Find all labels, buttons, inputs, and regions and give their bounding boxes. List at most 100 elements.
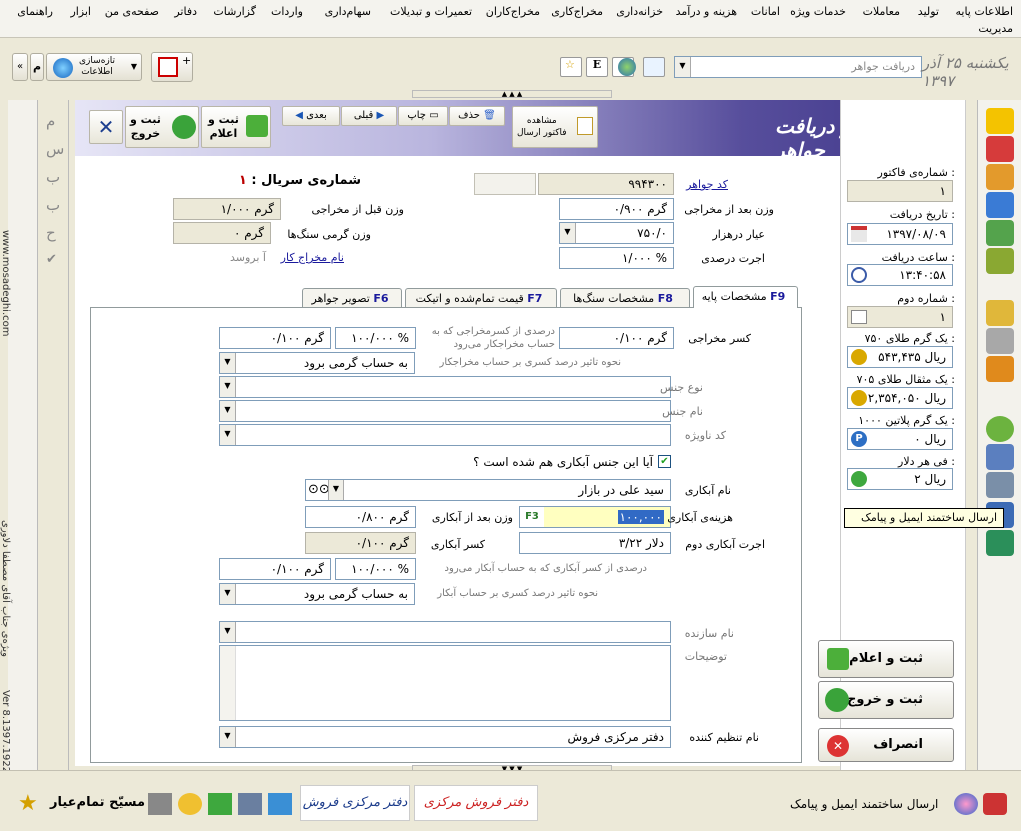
office-central-badge[interactable]: دفتر مرکزی فروش <box>300 785 410 821</box>
menu-repairs[interactable]: تعمیرات و تبدیلات <box>390 5 472 18</box>
chevron-down-icon[interactable]: ▼ <box>220 353 236 373</box>
loss-pct-field[interactable]: ۱۰۰/۰۰۰ % <box>335 327 416 349</box>
type-select[interactable]: ▼ <box>219 376 671 398</box>
weight-after-field[interactable]: ۰/۹۰۰ گرم <box>559 198 674 220</box>
next-button[interactable]: ◀ بعدی <box>282 106 340 126</box>
letter-b[interactable]: ب <box>46 168 60 186</box>
letter-b2[interactable]: ب <box>46 196 60 214</box>
menu-treasury[interactable]: خزانه‌داری <box>616 5 663 18</box>
code-field[interactable]: ۹۹۴۳۰۰ <box>538 173 674 195</box>
menu-mypage[interactable]: صفحه‌ی من <box>105 5 159 18</box>
cash-icon[interactable] <box>986 248 1014 274</box>
menu-tools[interactable]: ابزار <box>70 5 91 18</box>
menu-shares[interactable]: سهام‌داری <box>325 5 371 18</box>
chevron-down-icon[interactable]: ▼ <box>220 425 236 445</box>
chevron-down-icon[interactable]: ▼ <box>220 727 236 747</box>
loss-field[interactable]: ۰/۱۰۰ گرم <box>559 327 674 349</box>
scrollbar[interactable] <box>220 646 236 720</box>
letter-h[interactable]: ح <box>46 224 56 242</box>
menu-deposits[interactable]: امانات <box>751 5 780 18</box>
cancel-button[interactable]: ✕ انصراف <box>818 728 954 762</box>
right-splitter[interactable] <box>965 100 975 770</box>
star-icon[interactable]: ★ <box>18 791 38 816</box>
m-button[interactable]: م <box>30 53 44 81</box>
time-field[interactable]: ۱۳:۴۰:۵۸ <box>847 264 953 286</box>
chevron-down-icon[interactable]: ▼ <box>560 223 576 243</box>
chevron-down-icon[interactable]: ▼ <box>220 401 236 421</box>
plate-effect-select[interactable]: ▼ به حساب گرمی برود <box>219 583 415 605</box>
edit-icon[interactable] <box>208 793 232 815</box>
invoice-icon[interactable] <box>986 108 1014 134</box>
menu-reports[interactable]: گزارشات <box>213 5 256 18</box>
plate-pct-field[interactable]: ۱۰۰/۰۰۰ % <box>335 558 416 580</box>
angle-select[interactable]: ▼ <box>219 424 671 446</box>
print-button[interactable]: چاپ ▭ <box>398 106 448 126</box>
money-icon[interactable] <box>986 220 1014 246</box>
save-notify-header-button[interactable]: ثبت و اعلام <box>201 106 271 148</box>
box-icon[interactable] <box>986 192 1014 218</box>
menu-imports[interactable]: واردات <box>271 5 303 18</box>
font-e-icon[interactable]: E <box>586 57 608 77</box>
gold-bars-icon[interactable] <box>986 300 1014 326</box>
ring-icon[interactable] <box>986 356 1014 382</box>
letter-s[interactable]: س <box>46 140 64 158</box>
form-search-combo[interactable]: ▼ دریافت جواهر <box>674 56 922 78</box>
email-sms-icon[interactable] <box>983 793 1007 815</box>
second-wage-field[interactable]: ۳/۲۲ دلار <box>519 532 671 554</box>
sms-icon[interactable] <box>986 416 1014 442</box>
clock-icon[interactable] <box>178 793 202 815</box>
shop-icon[interactable] <box>986 164 1014 190</box>
star-icon[interactable]: ☆ <box>560 57 582 77</box>
date-field[interactable]: ۱۳۹۷/۰۸/۰۹ <box>847 223 953 245</box>
chevron-down-icon[interactable]: ▼ <box>675 57 691 77</box>
window-icon[interactable] <box>643 57 665 77</box>
tasks-button[interactable]: + <box>151 52 193 82</box>
delete-button[interactable]: حذف 🗑 <box>449 106 505 126</box>
save-exit-button[interactable]: ثبت و خروج <box>818 681 954 719</box>
office-sales-badge[interactable]: دفتر فروش مرکزی <box>414 785 538 821</box>
scroll-left-button[interactable]: « <box>12 53 28 81</box>
tab-stones[interactable]: مشخصات سنگ‌ها F8 <box>560 288 690 308</box>
code-label[interactable]: کد جواهر <box>686 178 728 191</box>
menu-production[interactable]: تولید <box>918 5 939 18</box>
binoculars-icon[interactable]: ⊙⊙ <box>308 480 330 500</box>
globe-icon[interactable] <box>618 58 636 76</box>
weight-after-plate-field[interactable]: ۰/۸۰۰ گرم <box>305 506 416 528</box>
chevron-down-icon[interactable]: ▼ <box>328 480 344 500</box>
menu-books[interactable]: دفاتر <box>174 5 197 18</box>
splitter-top[interactable]: ▲ ▲ ▲ <box>412 90 612 98</box>
letter-m[interactable]: م <box>46 112 55 130</box>
f3-shortcut[interactable]: F3 <box>520 507 544 527</box>
menu-special[interactable]: خدمات ویژه <box>790 5 846 18</box>
maker-label[interactable]: نام مخراج کار <box>281 251 344 264</box>
description-textarea[interactable] <box>219 645 671 721</box>
arranger-select[interactable]: ▼ دفتر مرکزی فروش <box>219 726 671 748</box>
tab-image[interactable]: تصویر جواهر F6 <box>302 288 402 308</box>
tab-base-info[interactable]: مشخصات پایه F9 <box>693 286 798 308</box>
tab-price[interactable]: قیمت تمام‌شده و اتیکت F7 <box>405 288 557 308</box>
chevron-down-icon[interactable]: ▼ <box>220 584 236 604</box>
printer-icon[interactable] <box>986 472 1014 498</box>
menu-trades[interactable]: معاملات <box>863 5 900 18</box>
karat-field[interactable]: ▼ ۷۵۰/۰ <box>559 222 674 244</box>
name-select[interactable]: ▼ <box>219 400 671 422</box>
database-icon[interactable] <box>986 530 1014 556</box>
calendar-icon[interactable] <box>851 226 867 242</box>
gem-icon[interactable] <box>986 136 1014 162</box>
menu-base-info[interactable]: اطلاعات پایه <box>955 5 1013 18</box>
menu-help[interactable]: راهنمای <box>17 5 53 18</box>
menu-workshop[interactable]: مخراج‌کاری <box>551 5 603 18</box>
menu-cost-income[interactable]: هزینه و درآمد <box>676 5 737 18</box>
chart-icon[interactable] <box>986 444 1014 470</box>
chevron-down-icon[interactable]: ▼ <box>220 622 236 642</box>
tools-icon[interactable] <box>986 328 1014 354</box>
loss-effect-select[interactable]: ▼ به حساب گرمی برود <box>219 352 415 374</box>
check-icon[interactable]: ✔ <box>46 252 57 267</box>
wage-field[interactable]: ۱/۰۰۰ % <box>559 247 674 269</box>
close-button[interactable]: ✕ <box>89 110 123 144</box>
prev-button[interactable]: قبلی ▶ <box>341 106 397 126</box>
menu-admin[interactable]: مدیریت <box>978 22 1013 35</box>
calculator-icon[interactable] <box>148 793 172 815</box>
builder-select[interactable]: ▼ <box>219 621 671 643</box>
flower-icon[interactable] <box>954 793 978 815</box>
